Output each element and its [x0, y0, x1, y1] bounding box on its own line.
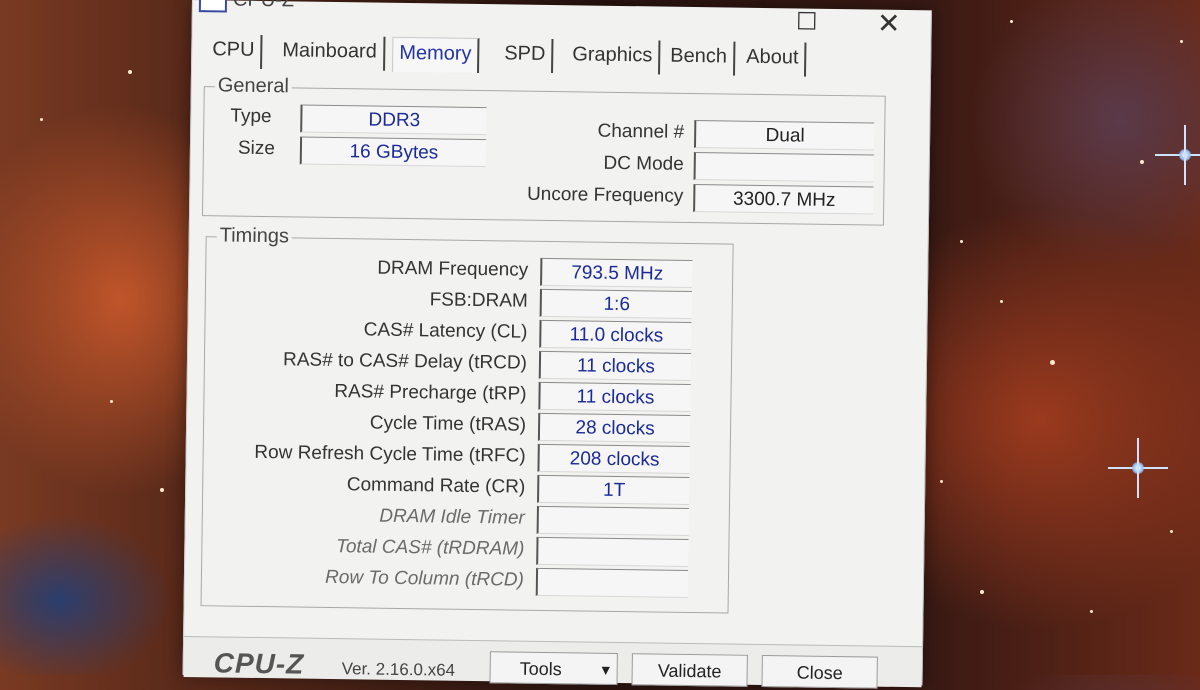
timing-label: CAS# Latency (CL)	[363, 319, 528, 343]
validate-button[interactable]: Validate	[631, 653, 748, 687]
timing-value: 1T	[537, 474, 690, 505]
timings-legend: Timings	[216, 224, 293, 249]
timing-label: RAS# Precharge (tRP)	[334, 381, 527, 405]
footer-bar: CPU-Z Ver. 2.16.0.x64 Tools ▼ Validate C…	[183, 635, 923, 689]
tab-memory[interactable]: Memory	[392, 36, 480, 74]
channel-label: Channel #	[597, 120, 685, 143]
timing-label: Row To Column (tRCD)	[324, 566, 525, 591]
timing-label: DRAM Frequency	[377, 257, 529, 281]
timing-value	[536, 536, 689, 567]
app-icon	[198, 0, 228, 13]
dc-mode-label: DC Mode	[603, 152, 684, 175]
dropdown-arrow-icon[interactable]: ▼	[599, 654, 613, 686]
star-icon	[1170, 530, 1173, 533]
type-value: DDR3	[300, 104, 487, 136]
bright-star-icon	[1155, 125, 1200, 185]
cpuz-window: CPU-Z ☐ ✕ CPU Mainboard Memory SPD Graph…	[182, 0, 932, 689]
dc-mode-value	[693, 152, 874, 183]
timing-label: DRAM Idle Timer	[379, 505, 525, 529]
tab-mainboard[interactable]: Mainboard	[276, 35, 386, 71]
timing-label: Row Refresh Cycle Time (tRFC)	[254, 441, 526, 467]
timing-label: FSB:DRAM	[429, 289, 528, 312]
size-value: 16 GBytes	[299, 136, 487, 168]
timing-value: 11 clocks	[538, 381, 691, 412]
uncore-frequency-value: 3300.7 MHz	[693, 184, 874, 215]
star-icon	[1010, 20, 1013, 23]
tools-dropdown[interactable]: Tools ▼	[489, 651, 618, 686]
star-icon	[110, 400, 113, 403]
timing-value: 11.0 clocks	[539, 319, 692, 351]
timing-value: 793.5 MHz	[540, 257, 693, 289]
timing-label: RAS# to CAS# Delay (tRCD)	[282, 349, 528, 374]
star-icon	[940, 480, 943, 483]
timings-group: Timings DRAM Frequency 793.5 MHz FSB:DRA…	[200, 224, 734, 614]
general-group: General Type DDR3 Size 16 GBytes Channel…	[201, 74, 886, 226]
uncore-frequency-label: Uncore Frequency	[526, 183, 684, 207]
general-legend: General	[214, 74, 293, 99]
star-icon	[1140, 160, 1144, 164]
star-icon	[980, 590, 984, 594]
close-window-button[interactable]: ✕	[869, 8, 909, 39]
cpuz-logo: CPU-Z	[213, 647, 305, 680]
star-icon	[1180, 40, 1183, 43]
tools-label: Tools	[519, 658, 562, 680]
star-icon	[40, 118, 43, 121]
version-label: Ver. 2.16.0.x64	[341, 659, 456, 680]
star-icon	[1000, 300, 1003, 303]
channel-value: Dual	[693, 120, 875, 151]
timing-label: Command Rate (CR)	[346, 474, 526, 498]
timing-value: 11 clocks	[538, 350, 692, 382]
timing-value: 28 clocks	[537, 412, 691, 443]
tab-cpu[interactable]: CPU	[206, 34, 263, 69]
title-bar[interactable]: CPU-Z ☐ ✕	[193, 0, 931, 40]
timing-label: Total CAS# (tRDRAM)	[335, 536, 525, 560]
tab-spd[interactable]: SPD	[498, 38, 554, 74]
star-icon	[160, 488, 164, 492]
size-label: Size	[237, 137, 276, 160]
star-icon	[1090, 610, 1093, 613]
type-label: Type	[230, 105, 272, 128]
bright-star-icon	[1108, 438, 1168, 498]
tab-graphics[interactable]: Graphics	[566, 39, 661, 75]
timing-label: Cycle Time (tRAS)	[369, 412, 527, 436]
star-icon	[128, 70, 132, 74]
tab-bar: CPU Mainboard Memory SPD Graphics Bench …	[206, 34, 807, 77]
timing-value: 1:6	[539, 288, 692, 320]
timing-value: 208 clocks	[537, 443, 690, 474]
tab-bench[interactable]: Bench	[664, 40, 736, 76]
star-icon	[1050, 360, 1055, 365]
tab-about[interactable]: About	[739, 41, 807, 77]
timing-value	[536, 505, 689, 536]
window-title: CPU-Z	[233, 0, 294, 12]
maximize-button[interactable]: ☐	[787, 8, 827, 37]
star-icon	[960, 240, 963, 243]
close-button[interactable]: Close	[761, 655, 878, 689]
timing-value	[535, 567, 689, 598]
